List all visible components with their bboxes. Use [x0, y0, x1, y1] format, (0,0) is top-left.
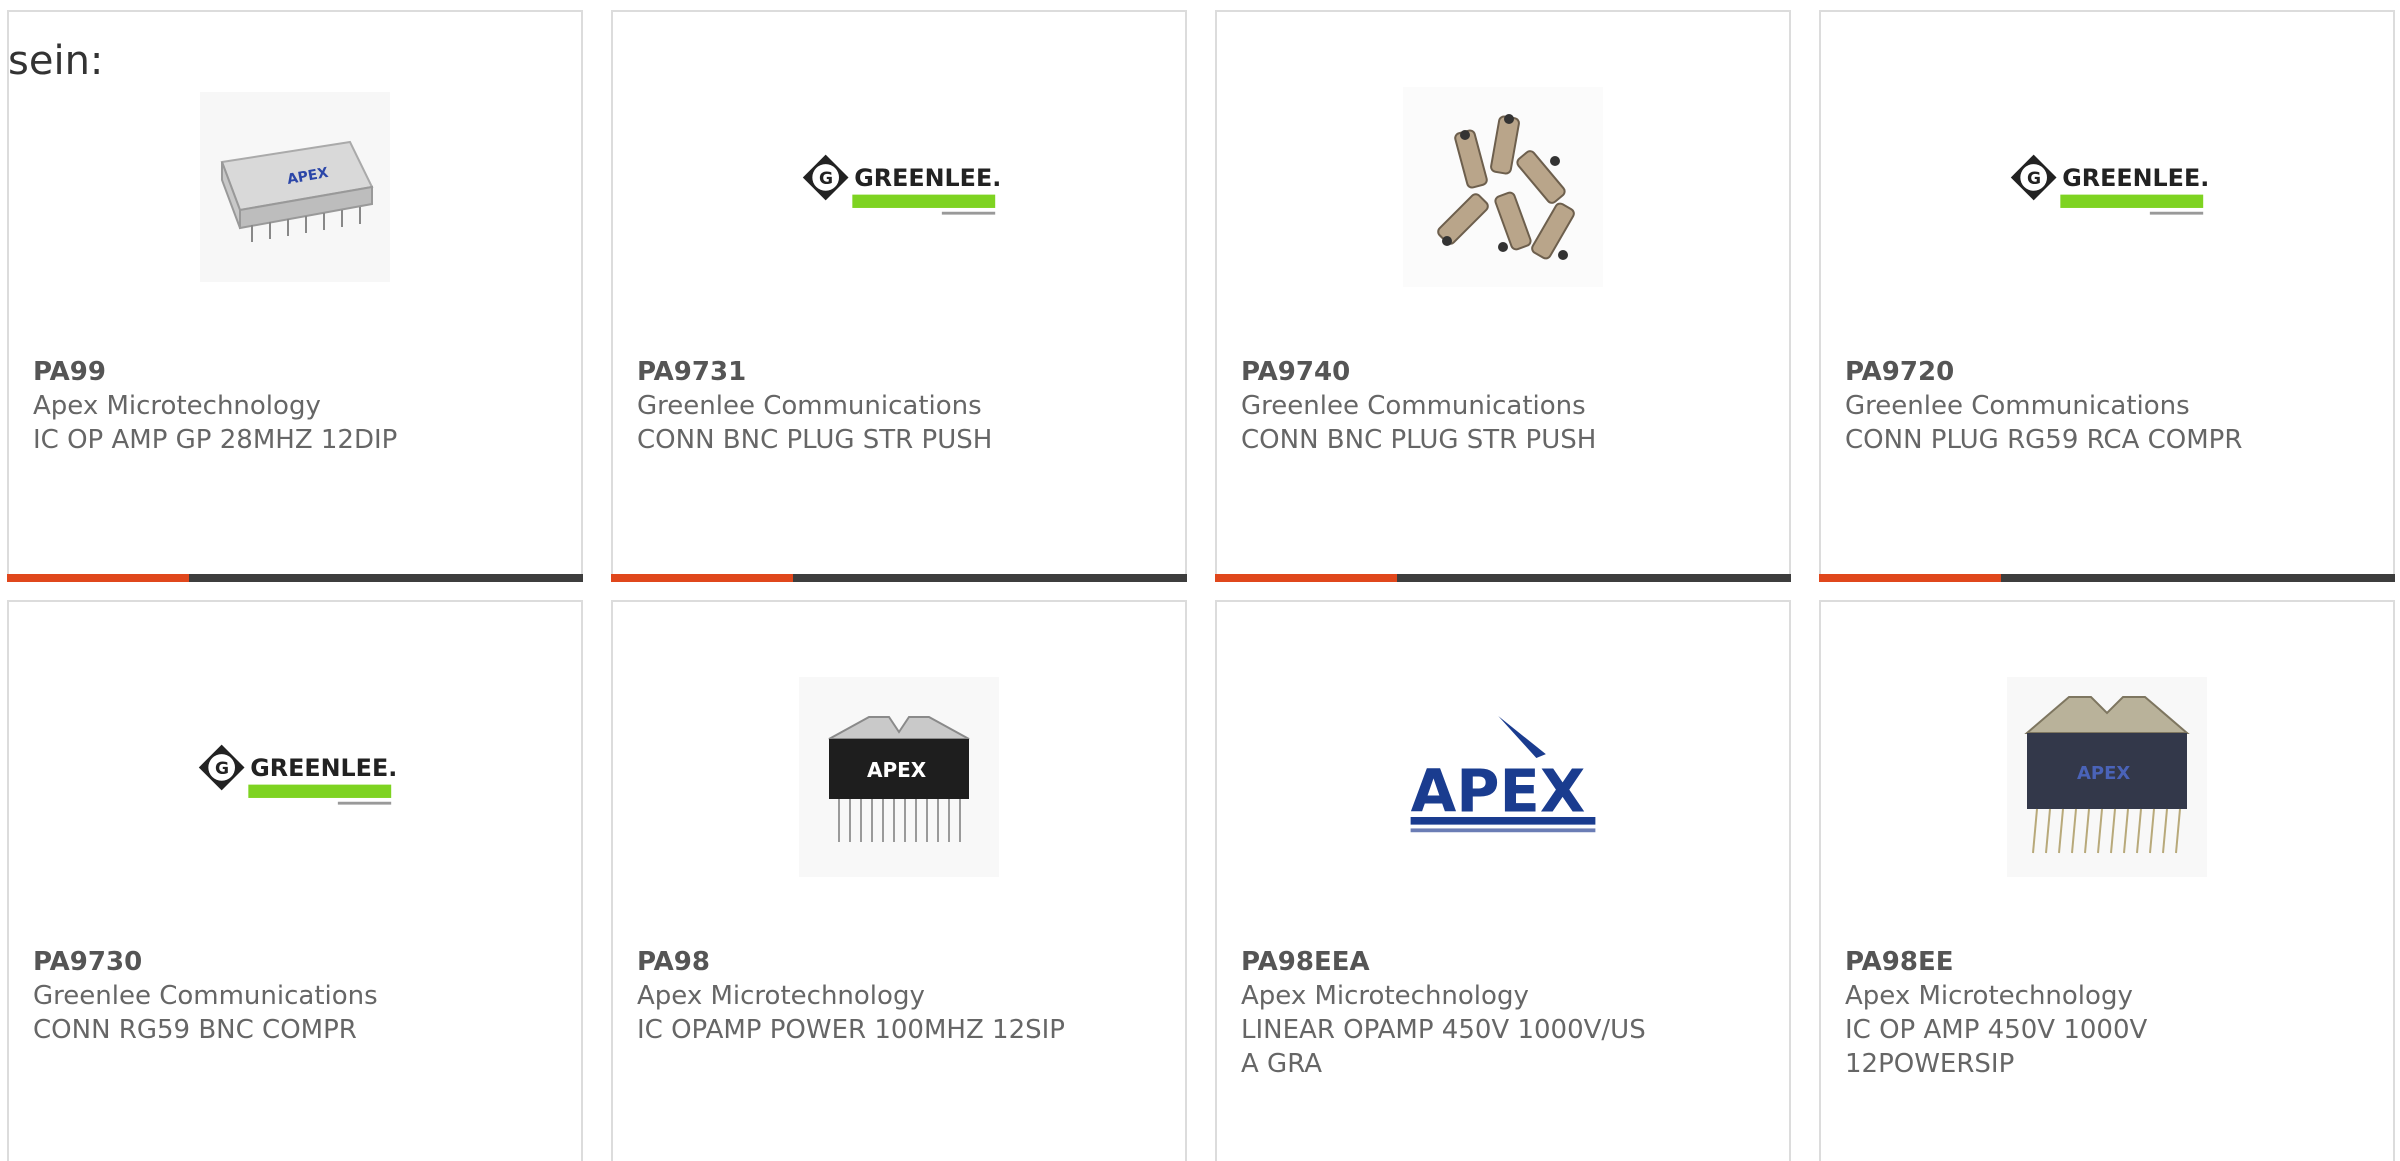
- product-description: IC OPAMP POWER 100MHZ 12SIP: [637, 1015, 1065, 1045]
- svg-text:G: G: [215, 759, 229, 779]
- greenlee-logo-icon: G GREENLEE.: [2010, 154, 2207, 215]
- greenlee-wordmark: GREENLEE.: [2062, 164, 2207, 192]
- product-info: PA9740 Greenlee Communications CONN BNC …: [1241, 355, 1765, 457]
- product-card[interactable]: APEX PA98EEA Apex Microtechnology LINEAR…: [1215, 600, 1791, 1161]
- product-image-greenlee-logo[interactable]: G GREENLEE.: [799, 87, 999, 287]
- manufacturer-name: Apex Microtechnology: [637, 981, 925, 1011]
- product-image-apex-dip[interactable]: APEX: [195, 87, 395, 287]
- manufacturer-name: Apex Microtechnology: [33, 391, 321, 421]
- greenlee-wordmark: GREENLEE.: [854, 164, 999, 192]
- apex-sip-package-icon: APEX: [799, 677, 999, 877]
- manufacturer-name: Greenlee Communications: [33, 981, 378, 1011]
- product-card[interactable]: APEX PA98EE Apex Microtechnology IC OP A…: [1819, 600, 2395, 1161]
- product-description: CONN RG59 BNC COMPR: [33, 1015, 357, 1045]
- apex-logo-icon: APEX: [1410, 716, 1596, 833]
- product-image-apex-powersip[interactable]: APEX: [2007, 677, 2207, 877]
- manufacturer-name: Greenlee Communications: [1241, 391, 1586, 421]
- apex-package-label: APEX: [867, 758, 927, 782]
- product-card[interactable]: G GREENLEE. PA9730 Greenlee Communicatio…: [7, 600, 583, 1161]
- product-info: PA98EE Apex Microtechnology IC OP AMP 45…: [1845, 945, 2369, 1081]
- product-info: PA9731 Greenlee Communications CONN BNC …: [637, 355, 1161, 457]
- part-number[interactable]: PA98EEA: [1241, 945, 1765, 979]
- product-card[interactable]: G GREENLEE. PA9731 Greenlee Communicatio…: [611, 10, 1187, 582]
- product-image-greenlee-logo[interactable]: G GREENLEE.: [195, 677, 395, 877]
- card-footer-accent: [7, 574, 189, 582]
- card-footer-accent: [1215, 574, 1397, 582]
- svg-text:G: G: [2027, 169, 2041, 189]
- product-info: PA9720 Greenlee Communications CONN PLUG…: [1845, 355, 2369, 457]
- manufacturer-name: Apex Microtechnology: [1241, 981, 1529, 1011]
- manufacturer-name: Greenlee Communications: [1845, 391, 2190, 421]
- product-card[interactable]: APEX PA99 Apex Microtechnology IC OP AMP…: [7, 10, 583, 582]
- product-card[interactable]: G GREENLEE. PA9720 Greenlee Communicatio…: [1819, 10, 2395, 582]
- product-image-bnc-connectors[interactable]: [1403, 87, 1603, 287]
- apex-package-label: APEX: [2077, 763, 2130, 784]
- greenlee-wordmark: GREENLEE.: [250, 754, 395, 782]
- product-description: CONN PLUG RG59 RCA COMPR: [1845, 425, 2243, 455]
- product-description: CONN BNC PLUG STR PUSH: [1241, 425, 1597, 455]
- part-number[interactable]: PA9730: [33, 945, 557, 979]
- card-footer-accent: [1819, 574, 2001, 582]
- apex-wordmark: APEX: [1411, 756, 1586, 825]
- part-number[interactable]: PA98EE: [1845, 945, 2369, 979]
- card-footer-bar: [611, 574, 1187, 582]
- product-image-apex-sip[interactable]: APEX: [799, 677, 999, 877]
- card-footer-accent: [611, 574, 793, 582]
- product-image-apex-logo[interactable]: APEX: [1403, 677, 1603, 877]
- product-info: PA9730 Greenlee Communications CONN RG59…: [33, 945, 557, 1047]
- greenlee-logo-icon: G GREENLEE.: [198, 744, 395, 805]
- apex-dip-package-icon: APEX: [200, 92, 390, 282]
- product-grid: APEX PA99 Apex Microtechnology IC OP AMP…: [0, 0, 2400, 1161]
- product-description: LINEAR OPAMP 450V 1000V/US A GRA: [1241, 1015, 1646, 1079]
- part-number[interactable]: PA9720: [1845, 355, 2369, 389]
- card-footer-bar: [1819, 574, 2395, 582]
- part-number[interactable]: PA98: [637, 945, 1161, 979]
- manufacturer-name: Greenlee Communications: [637, 391, 982, 421]
- product-image-greenlee-logo[interactable]: G GREENLEE.: [2007, 87, 2207, 287]
- product-card[interactable]: PA9740 Greenlee Communications CONN BNC …: [1215, 10, 1791, 582]
- product-card[interactable]: APEX PA98 Apex Microtechnology IC OPAMP …: [611, 600, 1187, 1161]
- product-info: PA99 Apex Microtechnology IC OP AMP GP 2…: [33, 355, 557, 457]
- product-info: PA98 Apex Microtechnology IC OPAMP POWER…: [637, 945, 1161, 1047]
- part-number[interactable]: PA9740: [1241, 355, 1765, 389]
- greenlee-logo-icon: G GREENLEE.: [802, 154, 999, 215]
- product-description: IC OP AMP GP 28MHZ 12DIP: [33, 425, 398, 455]
- bnc-connectors-icon: [1403, 87, 1603, 287]
- svg-text:G: G: [819, 169, 833, 189]
- lead-text: sein:: [8, 38, 104, 84]
- card-footer-bar: [7, 574, 583, 582]
- apex-powersip-package-icon: APEX: [2007, 677, 2207, 877]
- product-info: PA98EEA Apex Microtechnology LINEAR OPAM…: [1241, 945, 1765, 1081]
- part-number[interactable]: PA99: [33, 355, 557, 389]
- product-description: IC OP AMP 450V 1000V 12POWERSIP: [1845, 1015, 2148, 1079]
- manufacturer-name: Apex Microtechnology: [1845, 981, 2133, 1011]
- card-footer-bar: [1215, 574, 1791, 582]
- page: sein: APEX PA99 Apex Microtechnology IC …: [0, 0, 2400, 1161]
- part-number[interactable]: PA9731: [637, 355, 1161, 389]
- product-description: CONN BNC PLUG STR PUSH: [637, 425, 993, 455]
